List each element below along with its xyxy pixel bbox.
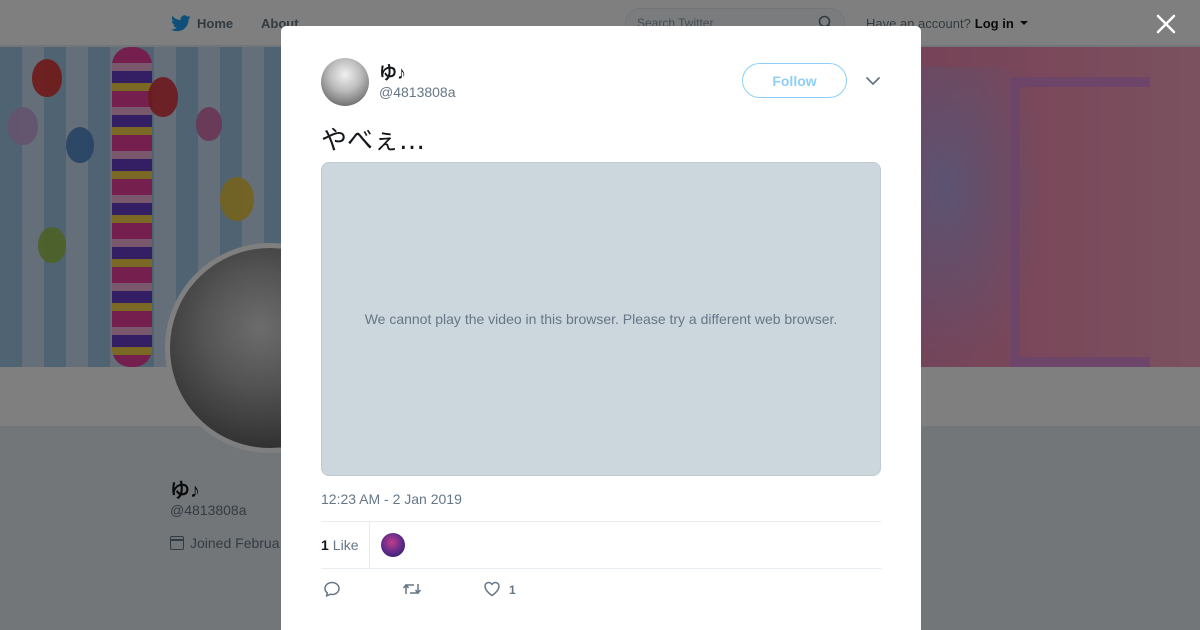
likes-number: 1 xyxy=(321,537,329,553)
author-name[interactable]: ゆ♪ xyxy=(379,59,406,85)
liker-avatar[interactable] xyxy=(381,533,405,557)
close-icon[interactable] xyxy=(1154,12,1178,36)
like-count: 1 xyxy=(509,583,516,597)
likes-label: Like xyxy=(332,537,359,553)
author-avatar[interactable] xyxy=(321,58,369,106)
chevron-down-icon[interactable] xyxy=(865,74,881,86)
retweet-icon xyxy=(402,580,422,601)
video-player[interactable]: We cannot play the video in this browser… xyxy=(321,162,881,476)
follow-button[interactable]: Follow xyxy=(742,63,847,98)
retweet-button[interactable] xyxy=(402,578,422,602)
video-unsupported-message: We cannot play the video in this browser… xyxy=(364,311,838,327)
reply-icon xyxy=(323,580,341,601)
tweet-timestamp[interactable]: 12:23 AM - 2 Jan 2019 xyxy=(321,491,462,507)
like-button[interactable]: 1 xyxy=(483,578,516,602)
author-handle[interactable]: @4813808a xyxy=(379,84,456,100)
tweet-stats: 1 Like xyxy=(321,521,881,569)
tweet-text: やべぇ… xyxy=(321,126,426,156)
heart-icon xyxy=(483,580,501,601)
reply-button[interactable] xyxy=(323,578,341,602)
tweet-actions: 1 xyxy=(321,578,881,602)
likes-count[interactable]: 1 Like xyxy=(321,522,371,568)
tweet-modal: ゆ♪ @4813808a Follow やべぇ… We cannot play … xyxy=(281,26,921,630)
